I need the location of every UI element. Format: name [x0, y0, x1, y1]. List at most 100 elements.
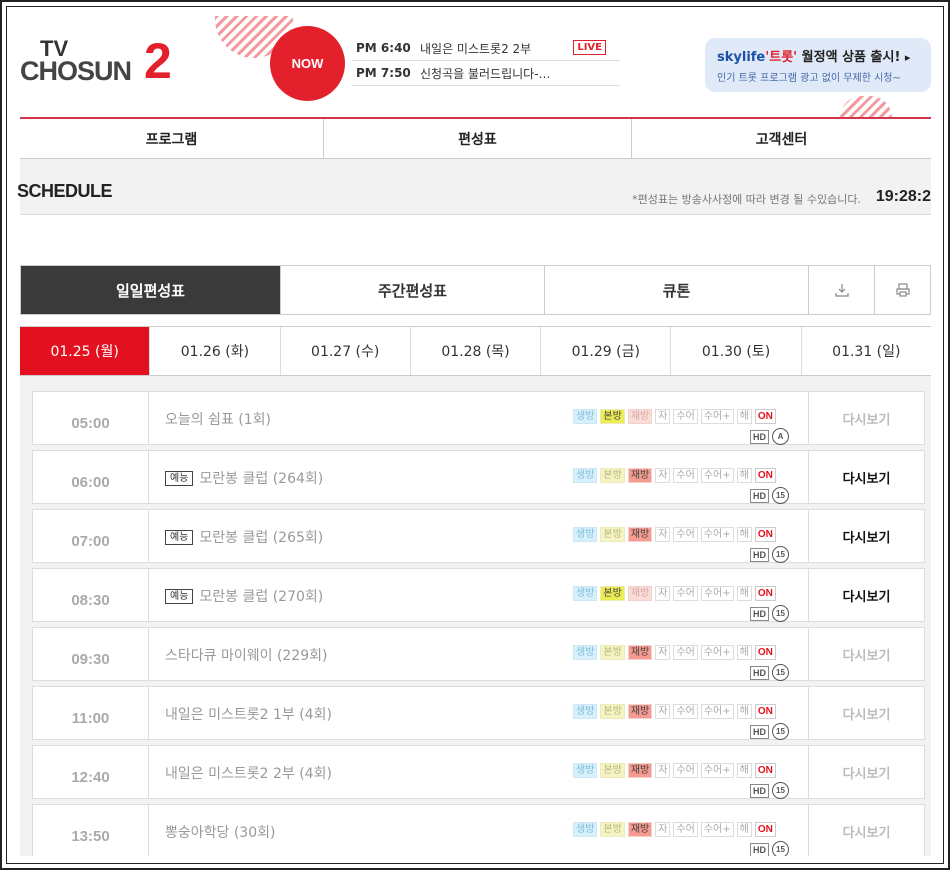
sign-language-plus-badge: 수어+ — [700, 527, 734, 542]
rerun-badge: 재방 — [627, 822, 653, 837]
date-tab[interactable]: 01.25 (월) — [20, 327, 151, 375]
replay-button[interactable]: 다시보기 — [808, 569, 924, 621]
tab-cuetone[interactable]: 큐톤 — [545, 266, 809, 314]
print-icon[interactable] — [875, 266, 930, 314]
age-rating-icon: 15 — [772, 782, 789, 799]
schedule-list: 05:00 오늘의 쉼표 (1회) 생방 본방 재방 자 수어 수어+ 해 ON HD A 다시보기 06… — [20, 376, 931, 856]
nav-item-programs[interactable]: 프로그램 — [20, 119, 324, 158]
subtitle-badge: 자 — [655, 527, 671, 542]
quality-rating: HD A — [750, 428, 789, 445]
logo-number: 2 — [144, 33, 172, 89]
skylife-ad-banner[interactable]: skylife'트롯' 월정액 상품 출시! ▸ 인기 트롯 프로그램 광고 없… — [705, 38, 931, 92]
live-broadcast-badge: 생방 — [573, 527, 598, 542]
program-title[interactable]: 내일은 미스트롯2 2부 (4회) — [165, 763, 332, 783]
commentary-badge: 해 — [736, 527, 752, 542]
sign-language-badge: 수어 — [673, 409, 698, 424]
first-run-badge: 본방 — [600, 409, 625, 424]
date-tab[interactable]: 01.30 (토) — [671, 327, 802, 375]
date-tab[interactable]: 01.28 (목) — [411, 327, 542, 375]
program-title[interactable]: 예능 모란봉 클럽 (270회) — [165, 586, 323, 606]
replay-button[interactable]: 다시보기 — [808, 510, 924, 562]
program-title-text: 뽕숭아학당 (30회) — [165, 825, 276, 841]
download-icon[interactable] — [809, 266, 875, 314]
schedule-notice: *편성표는 방송사사정에 따라 변경 될 수있습니다. — [632, 193, 861, 206]
now-playing-item[interactable]: PM 7:50 신청곡을 불러드립니다-… — [352, 61, 620, 86]
replay-button[interactable]: 다시보기 — [808, 451, 924, 503]
on-air-badge: ON — [754, 822, 776, 837]
on-air-badge: ON — [754, 527, 776, 542]
replay-button[interactable]: 다시보기 — [808, 746, 924, 798]
on-air-badge: ON — [754, 704, 776, 719]
commentary-badge: 해 — [736, 468, 752, 483]
hd-badge: HD — [750, 842, 769, 856]
now-playing-title: 내일은 미스트롯2 2부 — [420, 41, 532, 56]
commentary-badge: 해 — [736, 586, 752, 601]
replay-button[interactable]: 다시보기 — [808, 392, 924, 444]
broadcast-badges: 생방 본방 재방 자 수어 수어+ 해 ON — [573, 822, 779, 837]
sign-language-plus-badge: 수어+ — [700, 704, 734, 719]
program-title[interactable]: 스타다큐 마이웨이 (229회) — [165, 645, 327, 665]
first-run-badge: 본방 — [600, 704, 625, 719]
date-tab[interactable]: 01.27 (수) — [281, 327, 411, 375]
program-title[interactable]: 내일은 미스트롯2 1부 (4회) — [165, 704, 332, 724]
broadcast-badges: 생방 본방 재방 자 수어 수어+ 해 ON — [573, 645, 779, 660]
program-time: 05:00 — [33, 392, 149, 444]
age-rating-icon: 15 — [772, 723, 789, 740]
genre-badge: 예능 — [165, 470, 194, 486]
on-air-badge: ON — [754, 409, 776, 424]
schedule-row: 11:00 내일은 미스트롯2 1부 (4회) 생방 본방 재방 자 수어 수어+ 해 ON HD 1… — [32, 686, 925, 740]
program-title[interactable]: 오늘의 쉼표 (1회) — [165, 409, 271, 429]
program-title-text: 내일은 미스트롯2 1부 (4회) — [165, 707, 332, 723]
hd-badge: HD — [750, 488, 769, 503]
broadcast-badges: 생방 본방 재방 자 수어 수어+ 해 ON — [573, 586, 779, 601]
sign-language-badge: 수어 — [673, 468, 698, 483]
hd-badge: HD — [750, 783, 769, 798]
hd-badge: HD — [750, 547, 769, 562]
replay-button[interactable]: 다시보기 — [808, 687, 924, 739]
first-run-badge: 본방 — [600, 468, 625, 483]
schedule-row: 06:00 예능 모란봉 클럽 (264회) 생방 본방 재방 자 수어 수어+ 해 ON HD 15 다… — [32, 450, 925, 504]
date-tab[interactable]: 01.26 (화) — [150, 327, 281, 375]
subtitle-badge: 자 — [655, 704, 671, 719]
tab-weekly[interactable]: 주간편성표 — [281, 266, 545, 314]
replay-button[interactable]: 다시보기 — [808, 628, 924, 680]
program-title-text: 스타다큐 마이웨이 (229회) — [165, 648, 328, 664]
program-title[interactable]: 예능 모란봉 클럽 (264회) — [165, 468, 323, 488]
now-badge: NOW — [270, 26, 345, 101]
first-run-badge: 본방 — [600, 527, 625, 542]
now-playing-item[interactable]: PM 6:40 내일은 미스트롯2 2부 LIVE — [352, 36, 620, 61]
on-air-badge: ON — [754, 763, 776, 778]
nav-item-schedule[interactable]: 편성표 — [324, 119, 632, 158]
now-playing-title: 신청곡을 불러드립니다-… — [420, 66, 551, 81]
on-air-badge: ON — [754, 468, 776, 483]
program-title[interactable]: 예능 모란봉 클럽 (265회) — [165, 527, 323, 547]
sign-language-plus-badge: 수어+ — [700, 409, 734, 424]
subtitle-badge: 자 — [655, 586, 671, 601]
schedule-row: 09:30 스타다큐 마이웨이 (229회) 생방 본방 재방 자 수어 수어+ 해 ON HD 15… — [32, 627, 925, 681]
subtitle-badge: 자 — [655, 763, 671, 778]
sign-language-badge: 수어 — [673, 527, 698, 542]
quality-rating: HD 15 — [750, 723, 789, 740]
sign-language-plus-badge: 수어+ — [700, 468, 734, 483]
first-run-badge: 본방 — [600, 645, 625, 660]
first-run-badge: 본방 — [600, 822, 625, 837]
program-time: 08:30 — [33, 569, 149, 621]
date-tab[interactable]: 01.31 (일) — [802, 327, 931, 375]
tab-daily[interactable]: 일일편성표 — [21, 266, 281, 314]
program-title[interactable]: 뽕숭아학당 (30회) — [165, 822, 275, 842]
replay-button[interactable]: 다시보기 — [808, 805, 924, 856]
program-time: 11:00 — [33, 687, 149, 739]
genre-badge: 예능 — [165, 529, 194, 545]
age-rating-icon: 15 — [772, 664, 789, 681]
commentary-badge: 해 — [736, 704, 752, 719]
live-broadcast-badge: 생방 — [573, 763, 598, 778]
nav-item-customer-center[interactable]: 고객센터 — [632, 119, 931, 158]
rerun-badge: 재방 — [627, 645, 653, 660]
date-tab[interactable]: 01.29 (금) — [541, 327, 672, 375]
live-broadcast-badge: 생방 — [573, 468, 598, 483]
tv-chosun2-logo[interactable]: TV CHOSUN 2 — [20, 36, 180, 88]
sign-language-badge: 수어 — [673, 763, 698, 778]
decorative-stripe — [840, 96, 892, 118]
genre-badge: 예능 — [165, 588, 194, 604]
age-rating-icon: 15 — [772, 487, 789, 504]
